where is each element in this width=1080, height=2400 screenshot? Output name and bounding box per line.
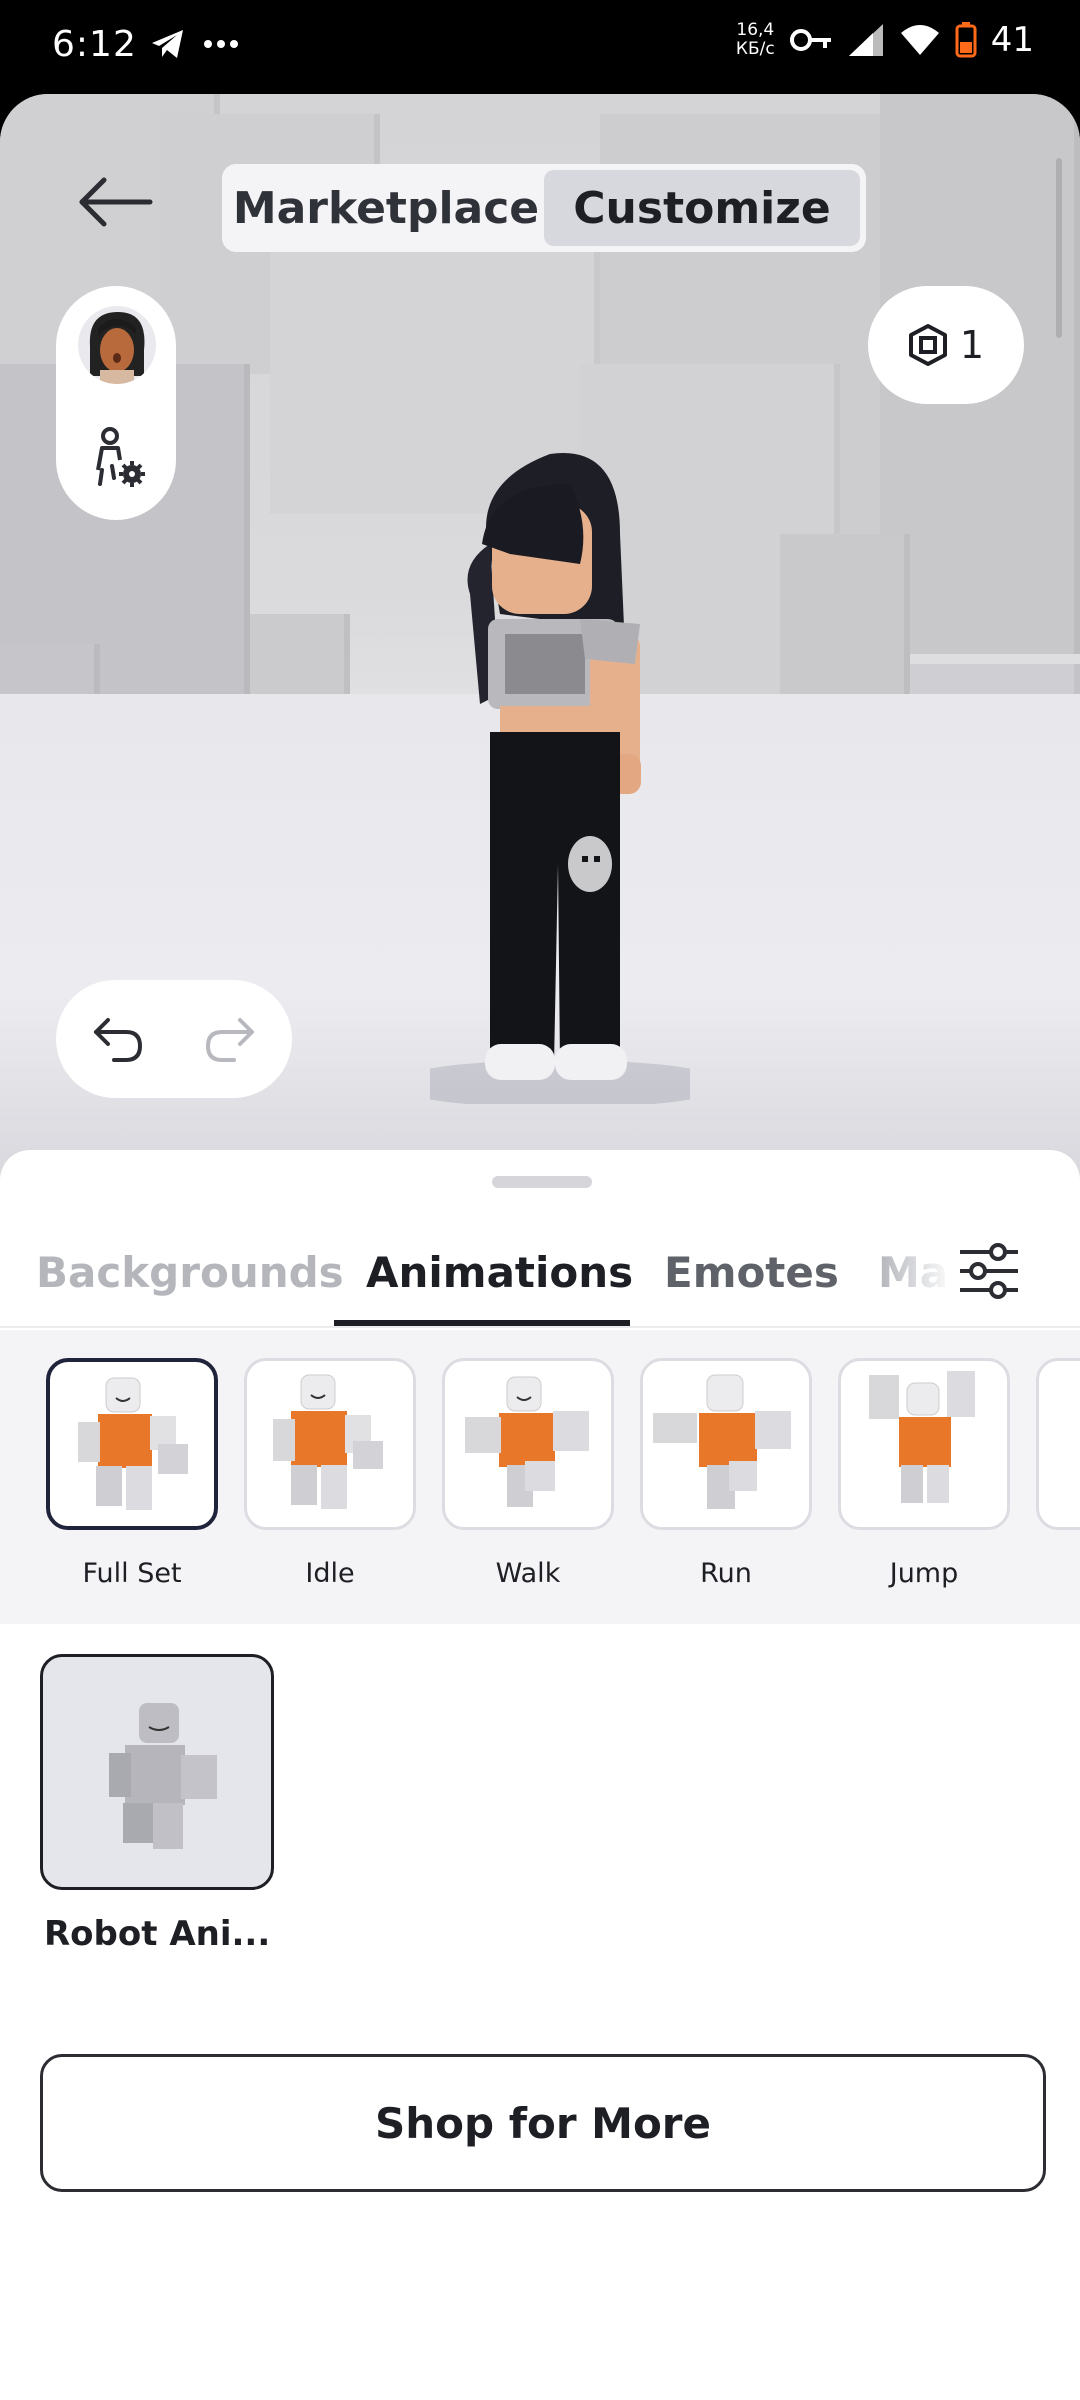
active-tab-indicator xyxy=(334,1320,630,1326)
tab-emotes[interactable]: Emotes xyxy=(664,1248,839,1297)
tab-animations[interactable]: Animations xyxy=(366,1248,633,1297)
anim-type-idle[interactable]: Idle xyxy=(244,1358,416,1589)
owned-animation-item[interactable] xyxy=(40,1654,274,1890)
tab-backgrounds[interactable]: Backgrounds xyxy=(36,1248,344,1297)
anim-label: Run xyxy=(700,1558,752,1589)
avatar-character[interactable] xyxy=(430,444,690,1104)
shop-for-more-button[interactable]: Shop for More xyxy=(40,2054,1046,2192)
avatar-headshot[interactable] xyxy=(78,306,156,384)
anim-thumb xyxy=(838,1358,1010,1530)
anim-label: Walk xyxy=(495,1558,561,1589)
wifi-icon xyxy=(900,25,939,55)
net-speed: 16,4 КБ/с xyxy=(735,20,775,59)
filter-sliders-icon[interactable] xyxy=(954,1240,1024,1302)
mode-segmented-control: Marketplace Customize xyxy=(222,164,866,252)
anim-label: Full Set xyxy=(82,1558,182,1589)
anim-label: Idle xyxy=(305,1558,355,1589)
tab-customize[interactable]: Customize xyxy=(544,170,860,246)
telegram-icon xyxy=(152,30,183,58)
customize-sheet: Backgrounds Animations Emotes Ma xyxy=(0,1150,1080,2400)
anim-thumb xyxy=(442,1358,614,1530)
back-arrow-icon[interactable] xyxy=(74,172,158,232)
avatar-viewport[interactable]: Marketplace Customize 1 xyxy=(0,94,1080,1194)
robot-figure-icon xyxy=(78,1377,188,1510)
robot-figure-icon xyxy=(869,1371,975,1503)
battery-icon xyxy=(955,22,977,58)
scrollbar[interactable] xyxy=(1056,158,1062,338)
anim-thumb xyxy=(640,1358,812,1530)
robux-balance[interactable]: 1 xyxy=(868,286,1024,404)
more-dots-icon xyxy=(204,40,238,48)
tab-fade xyxy=(880,1222,954,1312)
cell-signal-icon xyxy=(848,24,883,56)
anim-type-jump[interactable]: Jump xyxy=(838,1358,1010,1589)
robot-figure-icon xyxy=(465,1376,589,1507)
status-time: 6:12 xyxy=(52,24,137,65)
anim-thumb xyxy=(1036,1358,1080,1530)
status-bar: 6:12 16,4 КБ/с 41 xyxy=(0,0,1080,94)
battery-level: 41 xyxy=(990,20,1034,60)
robux-count: 1 xyxy=(959,323,985,367)
animation-type-strip[interactable]: Full Set Idle Walk Run Jump xyxy=(0,1330,1080,1624)
avatar-quick-panel xyxy=(56,286,176,520)
undo-redo-panel xyxy=(56,980,292,1098)
anim-thumb xyxy=(244,1358,416,1530)
robot-figure-icon xyxy=(653,1374,791,1509)
anim-type-partial[interactable] xyxy=(1036,1358,1080,1530)
undo-icon[interactable] xyxy=(90,1014,146,1064)
tab-marketplace[interactable]: Marketplace xyxy=(228,170,544,246)
robux-icon xyxy=(908,324,947,366)
avatar-settings-icon[interactable] xyxy=(90,426,146,490)
robot-animation-thumbnail xyxy=(109,1703,217,1849)
anim-type-walk[interactable]: Walk xyxy=(442,1358,614,1589)
vpn-key-icon xyxy=(789,29,831,51)
anim-type-full-set[interactable]: Full Set xyxy=(46,1358,218,1589)
sheet-grab-handle[interactable] xyxy=(492,1176,592,1188)
anim-label: Jump xyxy=(889,1558,959,1589)
robot-figure-icon xyxy=(273,1374,383,1509)
anim-type-run[interactable]: Run xyxy=(640,1358,812,1589)
category-tabs: Backgrounds Animations Emotes Ma xyxy=(0,1202,1080,1328)
redo-icon[interactable] xyxy=(202,1014,258,1064)
item-name: Robot Ani... xyxy=(44,1914,271,1954)
anim-thumb xyxy=(46,1358,218,1530)
